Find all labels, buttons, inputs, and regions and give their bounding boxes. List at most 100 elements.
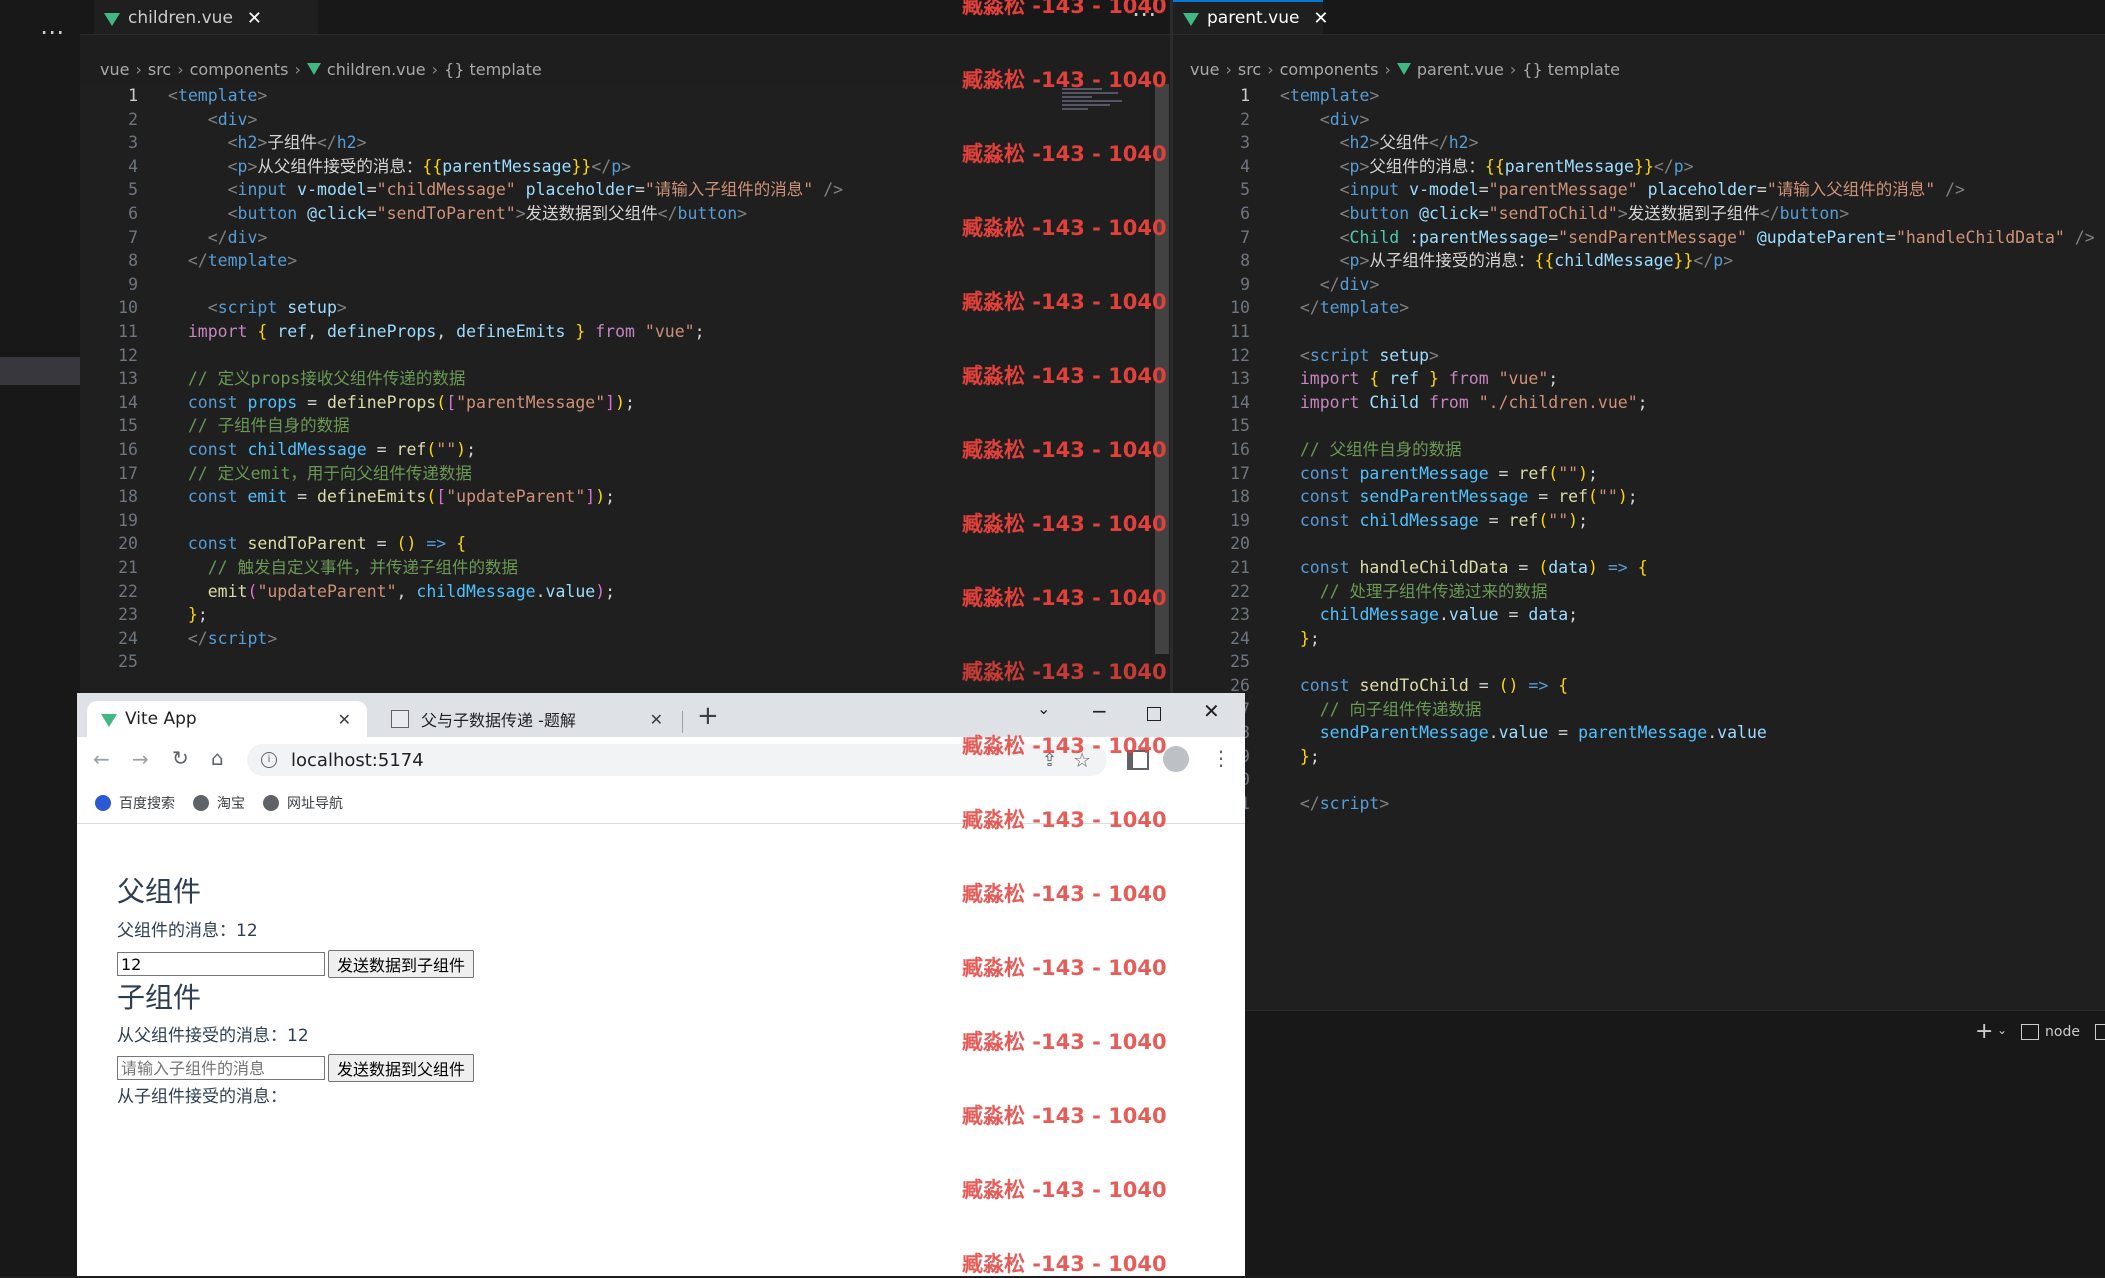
send-to-parent-button[interactable]: 发送数据到父组件	[328, 1054, 475, 1082]
code-line[interactable]: 21 const handleChildData = (data) => {	[1192, 556, 2092, 580]
line-number: 18	[118, 487, 138, 507]
globe-icon	[263, 795, 279, 811]
code-line[interactable]: 28 sendParentMessage.value = parentMessa…	[1192, 721, 2092, 745]
breadcrumb-item[interactable]: parent.vue	[1417, 60, 1504, 79]
editor-divider[interactable]	[1170, 0, 1173, 700]
line-number: 8	[128, 251, 138, 271]
back-icon[interactable]: ←	[93, 747, 110, 771]
tab-parent-vue[interactable]: parent.vue ✕	[1173, 0, 1329, 34]
code-line[interactable]: 17 const parentMessage = ref("");	[1192, 462, 2092, 486]
profile-avatar-icon[interactable]	[1163, 746, 1189, 772]
code-line[interactable]: 24 </script>	[80, 627, 1150, 651]
code-line[interactable]: 10 </template>	[1192, 296, 2092, 320]
code-text: <p>从子组件接受的消息：{{childMessage}}</p>	[1339, 251, 1734, 271]
code-line[interactable]: 20	[1192, 532, 2092, 556]
close-tab-icon[interactable]: ✕	[338, 710, 351, 729]
maximize-icon[interactable]	[1147, 707, 1161, 721]
activity-selected-item[interactable]	[0, 357, 80, 385]
reload-icon[interactable]: ↻	[172, 746, 189, 770]
code-line[interactable]: 18 const sendParentMessage = ref("");	[1192, 485, 2092, 509]
breadcrumb-item[interactable]: src	[1238, 60, 1261, 79]
breadcrumb-item[interactable]: vue	[100, 60, 129, 79]
tab-search-icon[interactable]: ⌄	[1037, 699, 1050, 718]
breadcrumb-item[interactable]: {} template	[1522, 60, 1620, 79]
code-line[interactable]: 2 <div>	[80, 108, 1150, 132]
code-line[interactable]: 12 <script setup>	[1192, 344, 2092, 368]
parent-message-input[interactable]	[117, 952, 325, 976]
chevron-down-icon[interactable]: ⌄	[1997, 1023, 2007, 1037]
code-line[interactable]: 1 <template>	[1192, 84, 2092, 108]
bookmark-item[interactable]: 网址导航	[263, 793, 343, 813]
forward-icon[interactable]: →	[132, 747, 149, 771]
code-line[interactable]: 6 <button @click="sendToChild">发送数据到子组件<…	[1192, 202, 2092, 226]
line-number: 9	[128, 274, 138, 294]
tab-children-vue[interactable]: children.vue ✕	[94, 0, 318, 34]
breadcrumb-item[interactable]: children.vue	[327, 60, 426, 79]
code-line[interactable]: 15	[1192, 414, 2092, 438]
url-text[interactable]: localhost:5174	[291, 750, 424, 771]
line-number: 15	[1230, 416, 1250, 436]
bookmark-item[interactable]: 淘宝	[193, 793, 245, 813]
code-line[interactable]: 19 const childMessage = ref("");	[1192, 509, 2092, 533]
line-number: 24	[118, 628, 138, 648]
code-line[interactable]: 4 <p>父组件的消息：{{parentMessage}}</p>	[1192, 155, 2092, 179]
code-line[interactable]: 13 import { ref } from "vue";	[1192, 367, 2092, 391]
close-tab-icon[interactable]: ✕	[247, 8, 262, 29]
breadcrumb-item[interactable]: components	[1280, 60, 1379, 79]
code-line[interactable]: 30	[1192, 768, 2092, 792]
split-terminal-icon[interactable]	[2095, 1024, 2105, 1040]
site-info-icon[interactable]: i	[261, 752, 277, 768]
breadcrumb-item[interactable]: src	[148, 60, 171, 79]
browser-tab-tijie[interactable]: 父与子数据传递 -题解 ✕	[377, 701, 677, 737]
new-tab-button[interactable]: +	[697, 701, 719, 731]
code-line[interactable]: 11 import { ref, defineProps, defineEmit…	[80, 320, 1150, 344]
code-line[interactable]: 8 <p>从子组件接受的消息：{{childMessage}}</p>	[1192, 249, 2092, 273]
code-line[interactable]: 27 // 向子组件传递数据	[1192, 698, 2092, 722]
code-line[interactable]: 5 <input v-model="childMessage" placehol…	[80, 178, 1150, 202]
breadcrumb-item[interactable]: vue	[1190, 60, 1219, 79]
code-text: </script>	[187, 628, 278, 648]
code-line[interactable]: 22 // 处理子组件传递过来的数据	[1192, 580, 2092, 604]
code-line[interactable]: 8 </template>	[80, 249, 1150, 273]
minimize-icon[interactable]: −	[1091, 699, 1108, 723]
code-line[interactable]: 9 </div>	[1192, 273, 2092, 297]
child-message-input[interactable]	[117, 1056, 325, 1080]
code-line[interactable]: 29 };	[1192, 745, 2092, 769]
code-line[interactable]: 5 <input v-model="parentMessage" placeho…	[1192, 178, 2092, 202]
code-text: <h2>父组件</h2>	[1339, 133, 1479, 153]
code-line[interactable]: 23 childMessage.value = data;	[1192, 603, 2092, 627]
code-editor-parent[interactable]: 1 <template> 2 <div> 3 <h2>父组件</h2> 4 <p>父组件…	[1192, 82, 2095, 1002]
activity-bar	[0, 0, 80, 1276]
code-line[interactable]: 21 // 触发自定义事件，并传递子组件的数据	[80, 556, 1150, 580]
close-tab-icon[interactable]: ✕	[1313, 8, 1328, 29]
code-line[interactable]: 2 <div>	[1192, 108, 2092, 132]
code-line[interactable]: 18 const emit = defineEmits(["updatePare…	[80, 485, 1150, 509]
code-line[interactable]: 26 const sendToChild = () => {	[1192, 674, 2092, 698]
menu-kebab-icon[interactable]: ⋮	[1211, 746, 1231, 770]
more-actions-icon[interactable]: ⋯	[40, 20, 65, 44]
browser-tab-vite[interactable]: Vite App ✕	[87, 701, 367, 737]
code-line[interactable]: 11	[1192, 320, 2092, 344]
code-line[interactable]: 14 const props = defineProps(["parentMes…	[80, 391, 1150, 415]
new-terminal-icon[interactable]: +	[1975, 1019, 1993, 1044]
home-icon[interactable]: ⌂	[211, 746, 224, 770]
code-line[interactable]: 14 import Child from "./children.vue";	[1192, 391, 2092, 415]
code-line[interactable]: 17 // 定义emit，用于向父组件传递数据	[80, 462, 1150, 486]
code-text: };	[1299, 628, 1320, 648]
line-number: 1	[128, 86, 138, 105]
close-tab-icon[interactable]: ✕	[650, 710, 663, 729]
code-line[interactable]: 16 // 父组件自身的数据	[1192, 438, 2092, 462]
close-window-icon[interactable]: ✕	[1203, 699, 1220, 723]
vue-file-icon	[1396, 63, 1411, 75]
breadcrumb-item[interactable]: components	[190, 60, 289, 79]
code-line[interactable]: 7 <Child :parentMessage="sendParentMessa…	[1192, 226, 2095, 250]
code-line[interactable]: 24 };	[1192, 627, 2092, 651]
code-line[interactable]: 31 </script>	[1192, 792, 2092, 816]
send-to-child-button[interactable]: 发送数据到子组件	[328, 950, 475, 978]
code-line[interactable]: 3 <h2>父组件</h2>	[1192, 131, 2092, 155]
code-line[interactable]: 25	[1192, 650, 2092, 674]
breadcrumb-item[interactable]: {} template	[444, 60, 542, 79]
code-text: </div>	[207, 227, 268, 247]
terminal-label[interactable]: node	[2045, 1024, 2080, 1040]
bookmark-item[interactable]: 百度搜索	[95, 793, 175, 813]
